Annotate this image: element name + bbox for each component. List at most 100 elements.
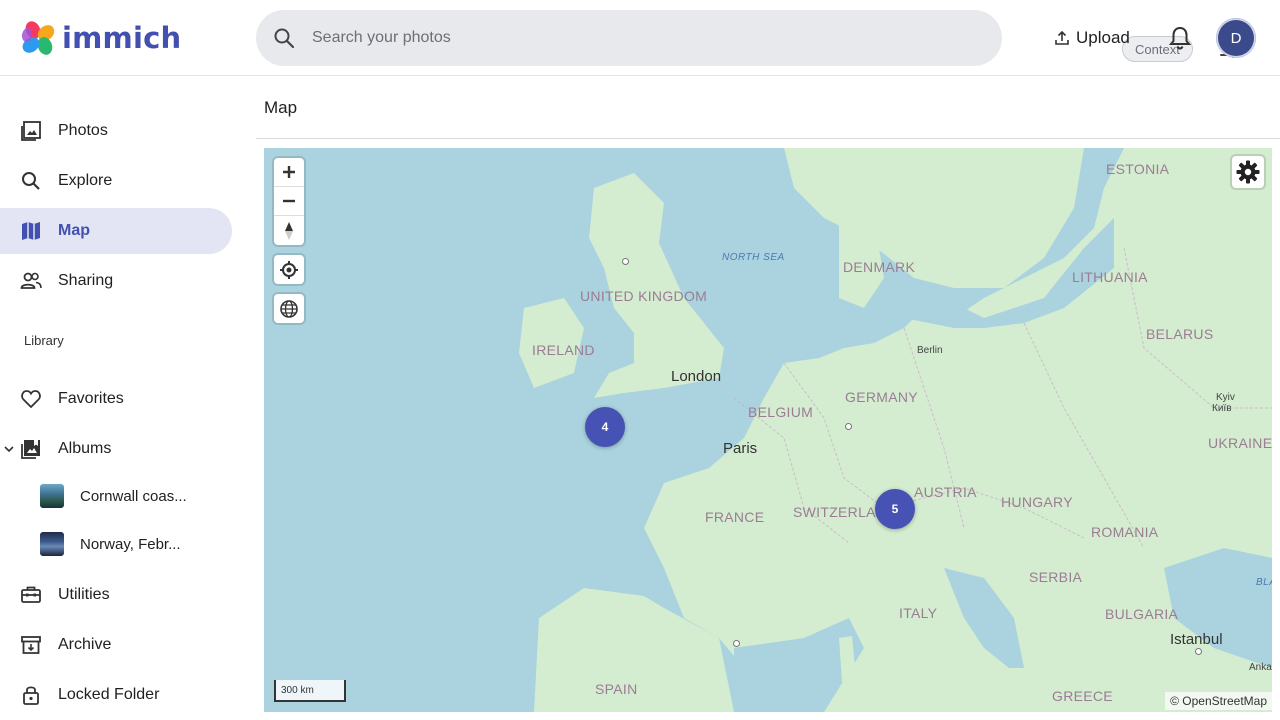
- zoom-out-button[interactable]: [274, 187, 304, 216]
- bell-icon[interactable]: [1166, 24, 1194, 52]
- city-marker: [845, 423, 852, 430]
- map-label-germany: GERMANY: [845, 389, 918, 405]
- top-bar: immich Context Upload D: [0, 0, 1280, 76]
- people-icon: [20, 270, 42, 292]
- sidebar: Photos Explore Map Sharing Library Favor…: [0, 76, 256, 720]
- sidebar-item-label: Locked Folder: [58, 686, 160, 703]
- upload-label: Upload: [1076, 28, 1130, 47]
- sidebar-item-locked-folder[interactable]: Locked Folder: [0, 672, 232, 718]
- locate-button[interactable]: [274, 255, 304, 284]
- sidebar-item-label: Map: [58, 222, 90, 239]
- map-label-black-sea: BLA: [1256, 577, 1272, 588]
- city-marker: [622, 258, 629, 265]
- map-label-belarus: BELARUS: [1146, 326, 1214, 342]
- map-label-spain: SPAIN: [595, 681, 638, 697]
- globe-button[interactable]: [274, 294, 304, 323]
- map-label-romania: ROMANIA: [1091, 524, 1159, 540]
- page-title: Map: [264, 98, 298, 117]
- map-label-lithuania: LITHUANIA: [1072, 269, 1148, 285]
- album-item-cornwall[interactable]: Cornwall coas...: [40, 479, 220, 513]
- map-label-denmark: DENMARK: [843, 259, 916, 275]
- map-tiles[interactable]: [264, 148, 1272, 712]
- toolbox-icon: [20, 584, 42, 606]
- album-thumbnail: [40, 532, 64, 556]
- search-input[interactable]: [312, 24, 852, 52]
- sidebar-item-label: Photos: [58, 122, 108, 139]
- map-label-istanbul: Istanbul: [1170, 631, 1223, 648]
- map-label-kyiv: Kyiv: [1216, 392, 1235, 403]
- zoom-controls: [274, 158, 304, 245]
- photo-cluster[interactable]: 4: [585, 407, 625, 447]
- map-label-ukraine: UKRAINE: [1208, 435, 1272, 451]
- sidebar-item-label: Archive: [58, 636, 112, 653]
- album-thumbnail: [40, 484, 64, 508]
- search-bar[interactable]: Context: [256, 10, 1240, 66]
- sidebar-item-label: Utilities: [58, 586, 110, 603]
- city-marker: [1195, 648, 1202, 655]
- sidebar-item-label: Sharing: [58, 272, 114, 289]
- map-label-north-sea: NORTH SEA: [722, 252, 785, 263]
- map-label-france: FRANCE: [705, 509, 765, 525]
- sidebar-item-photos[interactable]: Photos: [0, 108, 232, 154]
- map-label-paris: Paris: [723, 440, 758, 457]
- globe-icon: [280, 299, 298, 318]
- map-label-kyiv-cyrillic: Київ: [1212, 403, 1232, 414]
- sidebar-item-sharing[interactable]: Sharing: [0, 258, 232, 304]
- sidebar-item-map[interactable]: Map: [0, 208, 232, 254]
- map-label-serbia: SERBIA: [1029, 569, 1083, 585]
- upload-icon: [1055, 30, 1069, 45]
- avatar[interactable]: D: [1216, 18, 1256, 58]
- map-attribution[interactable]: © OpenStreetMap: [1165, 692, 1272, 710]
- map-label-bulgaria: BULGARIA: [1105, 606, 1179, 622]
- globe-control: [274, 294, 304, 323]
- map-label-ankara: Anka: [1249, 662, 1272, 673]
- sidebar-item-utilities[interactable]: Utilities: [0, 572, 232, 618]
- album-label: Cornwall coas...: [80, 487, 187, 505]
- zoom-in-button[interactable]: [274, 158, 304, 187]
- lock-icon: [20, 684, 42, 706]
- library-section-label: Library: [24, 333, 64, 348]
- sidebar-item-label: Explore: [58, 172, 113, 189]
- upload-button[interactable]: Upload: [1046, 22, 1138, 54]
- map-label-estonia: ESTONIA: [1106, 161, 1170, 177]
- map-icon: [20, 220, 42, 242]
- archive-icon: [20, 634, 42, 656]
- gear-icon: [1236, 160, 1260, 184]
- map-scale: 300 km: [274, 680, 346, 702]
- immich-logo-icon: [21, 21, 55, 55]
- map-label-belgium: BELGIUM: [748, 404, 814, 420]
- crosshair-icon: [280, 260, 298, 279]
- photos-icon: [20, 120, 42, 142]
- search-icon: [20, 170, 42, 192]
- immich-logo[interactable]: immich: [20, 18, 181, 58]
- map-label-austria: AUSTRIA: [914, 484, 977, 500]
- sidebar-item-label: Albums: [58, 440, 112, 457]
- minus-icon: [283, 199, 295, 203]
- map-label-united-kingdom: UNITED KINGDOM: [580, 288, 708, 304]
- search-icon[interactable]: [272, 26, 296, 50]
- sidebar-item-albums[interactable]: Albums: [0, 426, 232, 472]
- map-view[interactable]: ESTONIA DENMARK LITHUANIA UNITED KINGDOM…: [264, 148, 1272, 712]
- heart-icon: [20, 388, 42, 410]
- plus-icon: [283, 166, 295, 178]
- locate-control: [274, 255, 304, 284]
- sidebar-item-label: Favorites: [58, 390, 124, 407]
- album-item-norway[interactable]: Norway, Febr...: [40, 527, 220, 561]
- compass-icon: [285, 221, 293, 240]
- sidebar-item-archive[interactable]: Archive: [0, 622, 232, 668]
- compass-button[interactable]: [274, 216, 304, 245]
- city-marker: [733, 640, 740, 647]
- map-label-berlin: Berlin: [917, 345, 943, 356]
- chevron-down-icon[interactable]: [3, 443, 15, 455]
- album-label: Norway, Febr...: [80, 535, 181, 553]
- sidebar-item-explore[interactable]: Explore: [0, 158, 232, 204]
- map-settings-button[interactable]: [1232, 156, 1264, 188]
- map-label-hungary: HUNGARY: [1001, 494, 1073, 510]
- divider: [256, 138, 1280, 139]
- album-icon: [20, 438, 42, 460]
- map-label-london: London: [671, 368, 722, 385]
- photo-cluster[interactable]: 5: [875, 489, 915, 529]
- map-label-ireland: IRELAND: [532, 342, 595, 358]
- sidebar-item-favorites[interactable]: Favorites: [0, 376, 232, 422]
- map-label-greece: GREECE: [1052, 688, 1113, 704]
